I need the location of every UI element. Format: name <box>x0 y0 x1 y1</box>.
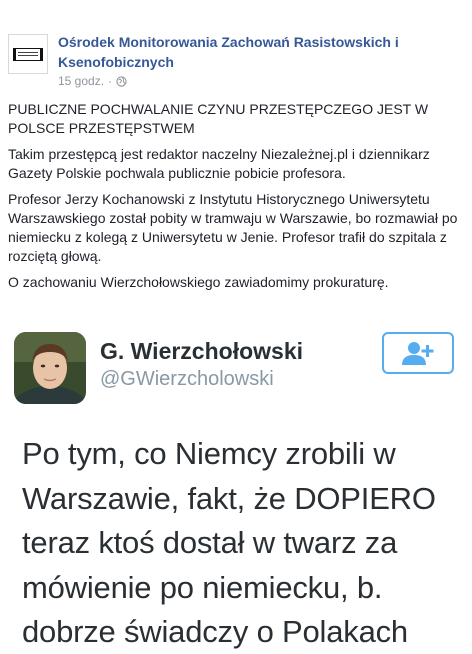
tweet-author-handle[interactable]: @GWierzcholowski <box>100 368 274 391</box>
post-timestamp[interactable]: 15 godz. <box>58 74 104 88</box>
tweet-screenshot[interactable]: G. Wierzchołowski @GWierzcholowski Po ty… <box>0 322 472 654</box>
post-meta: 15 godz. · <box>58 74 127 88</box>
avatar-photo-icon <box>14 332 86 404</box>
page-name-link[interactable]: Ośrodek Monitorowania Zachowań Rasistows… <box>58 32 458 72</box>
post-paragraph: Profesor Jerzy Kochanowski z Instytutu H… <box>8 191 458 264</box>
tweet-author-name[interactable]: G. Wierzchołowski <box>100 338 303 365</box>
tweet-text: Po tym, co Niemcy zrobili w Warszawie, f… <box>22 436 436 649</box>
post-paragraph: O zachowaniu Wierzchołowskiego zawiadomi… <box>8 274 389 290</box>
globe-icon[interactable] <box>116 75 127 87</box>
follow-button[interactable] <box>382 332 454 374</box>
meta-separator: · <box>108 74 113 88</box>
post-paragraph: PUBLICZNE POCHWALANIE CZYNU PRZESTĘPCZEG… <box>8 101 429 136</box>
post-body: PUBLICZNE POCHWALANIE CZYNU PRZESTĘPCZEG… <box>8 100 466 299</box>
tweet-avatar <box>14 332 86 404</box>
post-header: Ośrodek Monitorowania Zachowań Rasistows… <box>8 30 464 100</box>
follow-user-icon <box>402 342 434 365</box>
post-paragraph: Takim przestępcą jest redaktor naczelny … <box>8 146 430 181</box>
page-logo-icon[interactable] <box>8 34 48 74</box>
